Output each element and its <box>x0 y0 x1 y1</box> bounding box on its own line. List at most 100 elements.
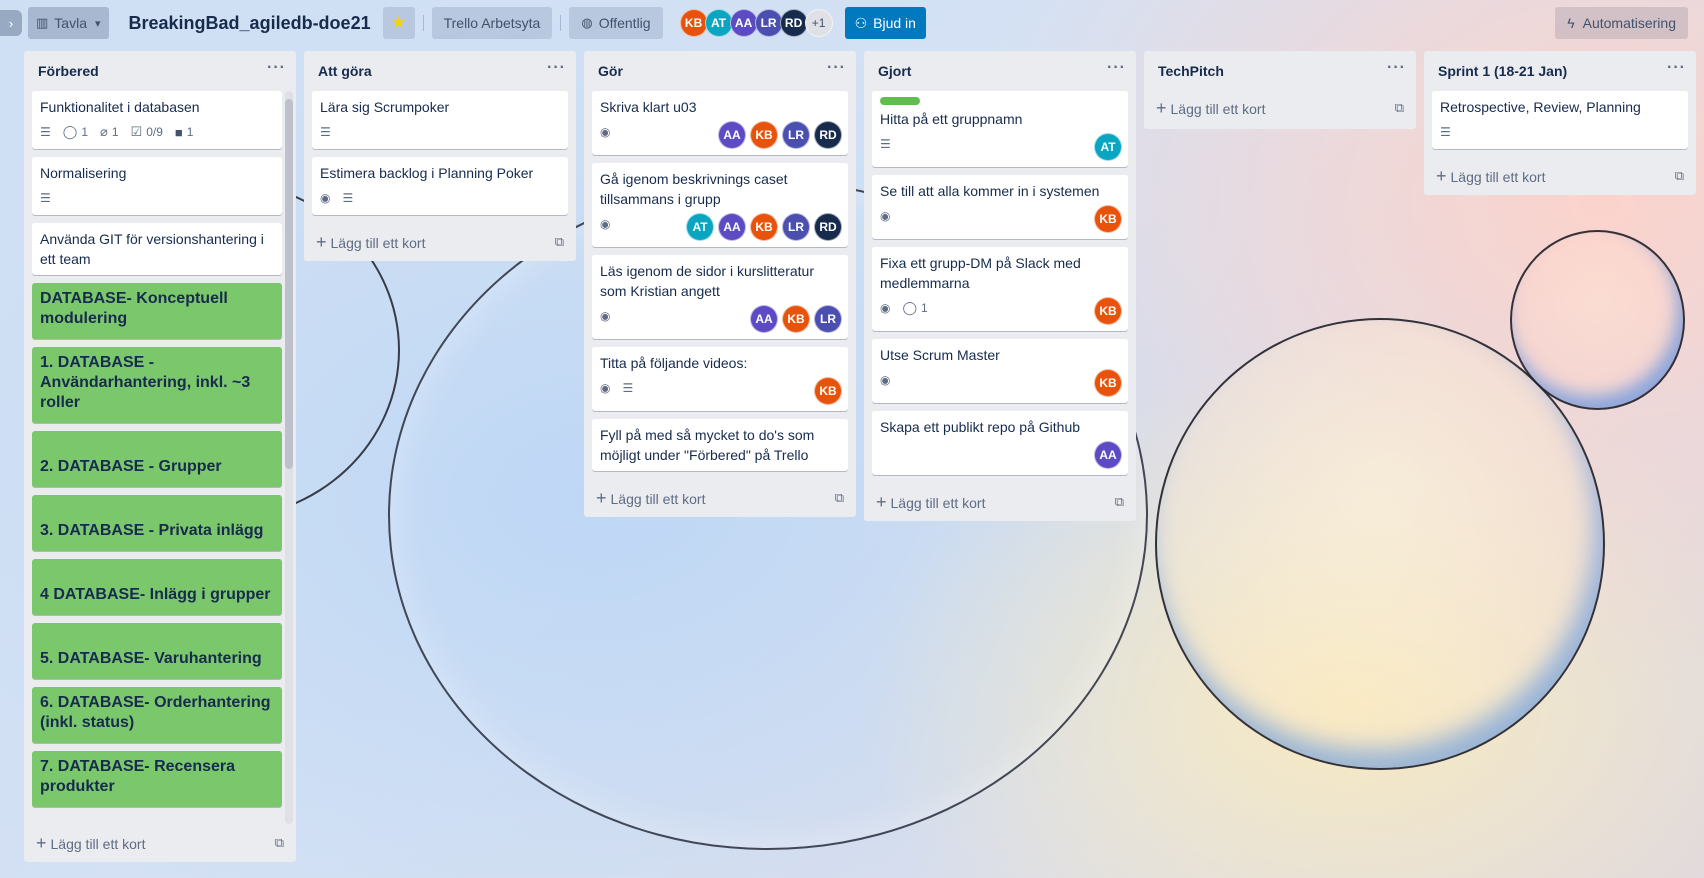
card[interactable]: Retrospective, Review, Planning ☰ <box>1432 91 1688 149</box>
avatar[interactable]: AA <box>718 121 746 149</box>
workspace-button[interactable]: Trello Arbetsyta <box>431 7 553 39</box>
board-title[interactable]: BreakingBad_agiledb-doe21 <box>129 13 371 34</box>
eye-icon: ◉ <box>880 373 891 387</box>
avatar[interactable]: RD <box>779 9 808 37</box>
more-icon[interactable]: ··· <box>1667 59 1686 83</box>
list-title[interactable]: TechPitch <box>1158 63 1224 79</box>
card[interactable]: 5. DATABASE- Varuhantering <box>32 623 282 679</box>
visibility-label: Offentlig <box>598 15 651 31</box>
card[interactable]: 3. DATABASE - Privata inlägg <box>32 495 282 551</box>
list-header[interactable]: Gör ··· <box>584 51 856 91</box>
template-icon[interactable]: ⧉ <box>835 490 844 506</box>
card-title: Utse Scrum Master <box>880 347 1000 363</box>
template-icon[interactable]: ⧉ <box>1115 494 1124 510</box>
invite-button[interactable]: ⚇ Bjud in <box>844 7 926 39</box>
avatar[interactable]: AT <box>704 9 733 37</box>
card[interactable]: DATABASE- Konceptuell modulering <box>32 283 282 339</box>
list-title[interactable]: Gjort <box>878 63 911 79</box>
avatar[interactable]: KB <box>679 9 708 37</box>
more-icon[interactable]: ··· <box>1107 59 1126 83</box>
more-members-button[interactable]: +1 <box>804 9 833 37</box>
card[interactable]: Normalisering ☰ <box>32 157 282 215</box>
avatar[interactable]: RD <box>814 121 842 149</box>
sidebar-toggle-button[interactable]: › <box>0 10 22 36</box>
avatar[interactable]: LR <box>782 213 810 241</box>
card-badges: ☰ <box>320 121 560 143</box>
card-title: Gå igenom beskrivnings caset tillsammans… <box>600 171 788 207</box>
card[interactable]: Fixa ett grupp-DM på Slack med medlemmar… <box>872 247 1128 331</box>
list-title[interactable]: Att göra <box>318 63 372 79</box>
more-icon[interactable]: ··· <box>267 59 286 83</box>
card[interactable]: 4 DATABASE- Inlägg i grupper <box>32 559 282 615</box>
avatar[interactable]: KB <box>814 377 842 405</box>
avatar[interactable]: LR <box>782 121 810 149</box>
card[interactable]: Skriva klart u03 ◉ AA KB LR RD <box>592 91 848 155</box>
avatar[interactable]: KB <box>782 305 810 333</box>
card[interactable]: 2. DATABASE - Grupper <box>32 431 282 487</box>
avatar[interactable]: RD <box>814 213 842 241</box>
more-icon[interactable]: ··· <box>547 59 566 83</box>
template-icon[interactable]: ⧉ <box>555 234 564 250</box>
card[interactable]: Utse Scrum Master ◉ KB <box>872 339 1128 403</box>
avatar[interactable]: KB <box>750 121 778 149</box>
more-icon[interactable]: ··· <box>1387 59 1406 83</box>
card[interactable]: Läs igenom de sidor i kurslitteratur som… <box>592 255 848 339</box>
template-icon[interactable]: ⧉ <box>275 835 284 851</box>
card[interactable]: Se till att alla kommer in i systemen ◉ … <box>872 175 1128 239</box>
add-card-button[interactable]: + Lägg till ett kort ⧉ <box>24 824 296 862</box>
avatar[interactable]: AT <box>1094 133 1122 161</box>
visibility-button[interactable]: ◍ Offentlig <box>569 7 663 39</box>
avatar[interactable]: KB <box>1094 369 1122 397</box>
avatar[interactable]: KB <box>1094 297 1122 325</box>
card-title: Funktionalitet i databasen <box>40 99 200 115</box>
more-icon[interactable]: ··· <box>827 59 846 83</box>
automation-button[interactable]: ϟ Automatisering <box>1555 7 1688 39</box>
avatar[interactable]: LR <box>754 9 783 37</box>
card[interactable]: Använda GIT för versionshantering i ett … <box>32 223 282 275</box>
card-badges: ◉ <box>880 205 1120 227</box>
star-button[interactable]: ★ <box>382 7 415 39</box>
card[interactable]: Estimera backlog i Planning Poker ◉ ☰ <box>312 157 568 215</box>
add-card-button[interactable]: + Lägg till ett kort ⧉ <box>864 483 1136 521</box>
plus-icon: + <box>596 487 607 508</box>
board-view-switcher[interactable]: ▥ Tavla ▾ <box>28 7 109 39</box>
add-card-button[interactable]: + Lägg till ett kort ⧉ <box>304 223 576 261</box>
card[interactable]: 7. DATABASE- Recensera produkter <box>32 751 282 807</box>
scrollbar-thumb[interactable] <box>285 99 293 469</box>
avatar[interactable]: KB <box>750 213 778 241</box>
list-header[interactable]: Gjort ··· <box>864 51 1136 91</box>
add-card-button[interactable]: + Lägg till ett kort ⧉ <box>1424 157 1696 195</box>
plus-icon: + <box>1156 97 1167 118</box>
avatar[interactable]: AA <box>1094 441 1122 469</box>
card[interactable]: 1. DATABASE - Användarhantering, inkl. ~… <box>32 347 282 423</box>
add-card-button[interactable]: + Lägg till ett kort ⧉ <box>1144 91 1416 125</box>
card[interactable]: Funktionalitet i databasen ☰ ◯ 1 ⌀ 1 ☑ 0/9 … <box>32 91 282 149</box>
list-title[interactable]: Gör <box>598 63 623 79</box>
comment-icon: ◯ <box>902 300 918 315</box>
list-cards-scroll[interactable]: Funktionalitet i databasen ☰ ◯ 1 ⌀ 1 ☑ 0/9 … <box>24 91 296 824</box>
avatar[interactable]: AT <box>686 213 714 241</box>
card-label[interactable] <box>880 97 920 105</box>
list-header[interactable]: Förbered ··· <box>24 51 296 91</box>
list-title[interactable]: Sprint 1 (18-21 Jan) <box>1438 63 1567 79</box>
list-header[interactable]: Att göra ··· <box>304 51 576 91</box>
list-title[interactable]: Förbered <box>38 63 99 79</box>
card[interactable]: Gå igenom beskrivnings caset tillsammans… <box>592 163 848 247</box>
avatar[interactable]: KB <box>1094 205 1122 233</box>
avatar[interactable]: LR <box>814 305 842 333</box>
card[interactable]: Lära sig Scrumpoker ☰ <box>312 91 568 149</box>
board-header: › ▥ Tavla ▾ BreakingBad_agiledb-doe21 ★ … <box>0 0 1704 46</box>
card[interactable]: Skapa ett publikt repo på Github AA <box>872 411 1128 475</box>
avatar[interactable]: AA <box>729 9 758 37</box>
template-icon[interactable]: ⧉ <box>1395 100 1404 116</box>
list-header[interactable]: Sprint 1 (18-21 Jan) ··· <box>1424 51 1696 91</box>
card[interactable]: Fyll på med så mycket to do's som möjlig… <box>592 419 848 471</box>
card[interactable]: 6. DATABASE- Orderhantering (inkl. statu… <box>32 687 282 743</box>
avatar[interactable]: AA <box>750 305 778 333</box>
avatar[interactable]: AA <box>718 213 746 241</box>
card[interactable]: Hitta på ett gruppnamn ☰ AT <box>872 91 1128 167</box>
list-header[interactable]: TechPitch ··· <box>1144 51 1416 91</box>
add-card-button[interactable]: + Lägg till ett kort ⧉ <box>584 479 856 517</box>
template-icon[interactable]: ⧉ <box>1675 168 1684 184</box>
card[interactable]: Titta på följande videos: ◉ ☰ KB <box>592 347 848 411</box>
